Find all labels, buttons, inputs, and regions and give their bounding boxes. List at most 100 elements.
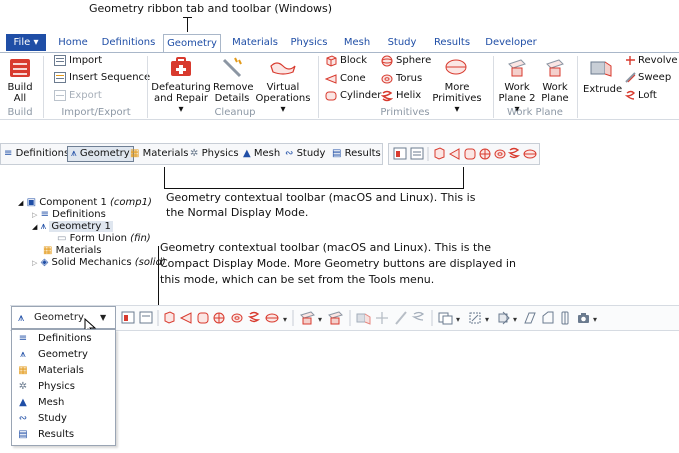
caption-compact-2: Compact Display Mode. More Geometry butt… [160, 257, 516, 270]
geometry-dd-icon: ⩚ [18, 311, 25, 324]
tree-component-label: Component 1 [39, 197, 107, 208]
expand-right-icon: ▷ [32, 259, 38, 267]
tree-form-union-label: Form Union [69, 233, 127, 244]
toolbar-geometry[interactable]: ⩚ Geometry [67, 146, 134, 162]
tab-results[interactable]: Results [430, 34, 474, 53]
tab-materials[interactable]: Materials [229, 34, 281, 53]
toolbar-definitions[interactable]: ≡ Definitions [4, 147, 69, 161]
tree-solid-mechanics-node[interactable]: ▷ ◈ Solid Mechanics (solid) [32, 257, 166, 269]
tab-mesh[interactable]: Mesh [340, 34, 374, 53]
tab-home[interactable]: Home [55, 34, 91, 53]
build-selected-icon [121, 311, 135, 324]
build-all-label-1: Build [7, 82, 33, 93]
import-icon [54, 55, 66, 66]
tree-materials-node[interactable]: ▦ Materials [43, 245, 101, 257]
context-dropdown-label: Geometry [34, 312, 84, 323]
tree-definitions-node[interactable]: ▷ ≡ Definitions [32, 209, 106, 221]
form-union-icon: ▭ [57, 233, 67, 244]
results-icon: ▤ [18, 429, 28, 440]
work-plane-button[interactable]: Work Plane [539, 82, 571, 104]
defeaturing-label-2: and Repair ▾ [153, 93, 208, 115]
defeaturing-button[interactable]: Defeaturing and Repair ▾ [151, 82, 211, 115]
tree-component-node[interactable]: ◢ ▣ Component 1 (comp1) [18, 197, 152, 209]
camera-icon [578, 313, 589, 323]
svg-text:▾: ▾ [513, 315, 517, 324]
revolve-icon [625, 55, 636, 66]
menu-item-mesh[interactable]: ▲ Mesh [14, 395, 64, 411]
toolbar-physics[interactable]: ✲ Physics [190, 147, 239, 161]
cone-small-icon [448, 148, 460, 160]
toolbar-materials-label: Materials [142, 148, 189, 159]
tree-form-union-node[interactable]: ▭ Form Union (fin) [57, 233, 151, 245]
menu-item-study[interactable]: ∾ Study [14, 411, 67, 427]
context-dropdown[interactable]: ⩚ Geometry ▼ [11, 306, 116, 329]
tree-geometry-node[interactable]: ◢ ⩚ Geometry 1 [32, 221, 113, 233]
toolbar-mesh[interactable]: ▲ Mesh [243, 147, 280, 161]
toolbar-physics-label: Physics [201, 148, 239, 159]
menu-item-results[interactable]: ▤ Results [14, 427, 74, 443]
build-all-button[interactable]: Build All [4, 82, 36, 104]
sweep-button[interactable]: Sweep [638, 72, 671, 84]
export-button[interactable]: Export [69, 90, 102, 102]
helix-button[interactable]: Helix [396, 90, 421, 102]
tree-materials-label: Materials [55, 245, 102, 256]
helix-small-icon [507, 147, 521, 159]
tree-component-tag: (comp1) [110, 197, 152, 208]
build-selected-icon [393, 147, 407, 160]
revolve-button[interactable]: Revolve [638, 55, 678, 67]
sphere-button[interactable]: Sphere [396, 55, 431, 67]
menu-item-physics[interactable]: ✲ Physics [14, 379, 75, 395]
sphere-icon [381, 55, 393, 67]
work-plane-2-small-icon [328, 311, 343, 325]
remove-details-button[interactable]: Remove Details [213, 82, 254, 104]
tab-physics[interactable]: Physics [288, 34, 330, 53]
insert-sequence-button[interactable]: Insert Sequence [69, 72, 150, 84]
menu-item-definitions[interactable]: ≡ Definitions [14, 331, 92, 347]
menu-item-materials[interactable]: ▦ Materials [14, 363, 84, 379]
virtual-operations-button[interactable]: Virtual Operations ▾ [254, 82, 312, 115]
tree-definitions-label: Definitions [52, 209, 106, 220]
tab-developer[interactable]: Developer [483, 34, 539, 53]
partition-icon [561, 311, 569, 325]
export-icon [54, 90, 66, 101]
tab-definitions[interactable]: Definitions [101, 34, 156, 53]
group-cleanup-label: Cleanup [214, 107, 256, 118]
import-button[interactable]: Import [69, 55, 102, 67]
file-menu-button[interactable]: File ▾ [6, 34, 46, 51]
toolbar-study[interactable]: ∾ Study [285, 147, 325, 161]
helix-small-icon [247, 311, 261, 323]
group-primitives-label: Primitives [380, 107, 430, 118]
menu-item-study-label: Study [38, 413, 67, 424]
toolbar-materials[interactable]: ▦ Materials [130, 147, 188, 161]
mesh-icon: ▲ [243, 148, 251, 159]
more-primitives-button[interactable]: More Primitives ▾ [430, 82, 484, 115]
toolbar-geometry-label: Geometry [79, 148, 130, 159]
physics-icon: ✲ [190, 148, 199, 159]
remove-details-label-1: Remove [213, 82, 254, 93]
normal-geometry-buttons [393, 147, 537, 161]
conversions-icon [498, 311, 510, 325]
torus-button[interactable]: Torus [396, 73, 422, 85]
menu-item-geometry[interactable]: ⩚ Geometry [14, 347, 88, 363]
loft-button[interactable]: Loft [638, 90, 657, 102]
sphere-small-icon [479, 148, 491, 160]
more-primitives-icon [445, 58, 467, 76]
caption-ribbon: Geometry ribbon tab and toolbar (Windows… [89, 2, 333, 15]
helix-icon [380, 90, 394, 102]
mesh-icon: ▲ [19, 397, 27, 408]
definitions-tree-icon: ≡ [40, 209, 49, 220]
extrude-button[interactable]: Extrude [583, 84, 622, 95]
work-plane-icon [545, 56, 565, 78]
cylinder-button[interactable]: Cylinder [340, 90, 381, 102]
tab-study[interactable]: Study [383, 34, 421, 53]
cone-button[interactable]: Cone [340, 73, 366, 85]
component-icon: ▣ [26, 197, 37, 208]
svg-text:▾: ▾ [318, 315, 322, 324]
build-all-icon [9, 56, 31, 78]
svg-text:▾: ▾ [485, 315, 489, 324]
tab-geometry[interactable]: Geometry [163, 34, 221, 53]
loft-small-icon [411, 311, 425, 321]
defeaturing-icon [170, 57, 192, 77]
toolbar-results[interactable]: ▤ Results [332, 147, 381, 161]
block-button[interactable]: Block [340, 55, 367, 67]
